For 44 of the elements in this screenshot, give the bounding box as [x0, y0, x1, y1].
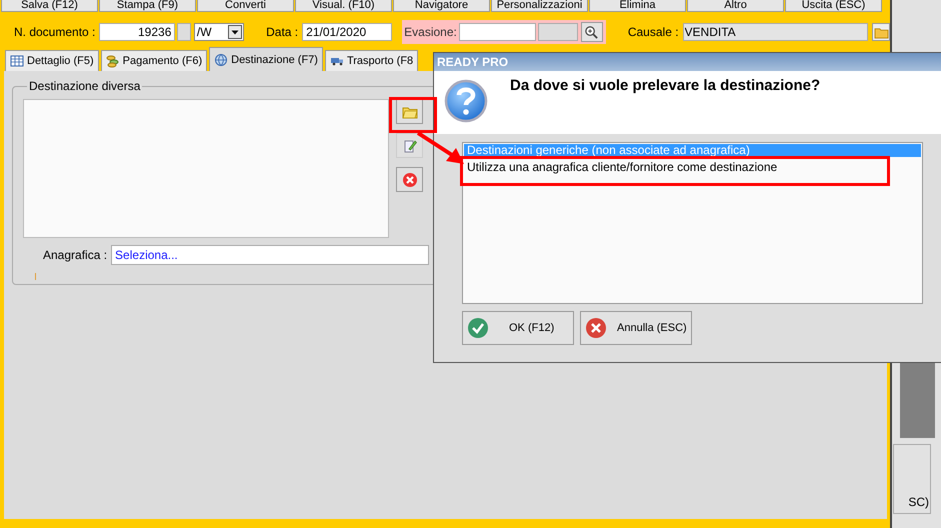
evasione-field[interactable]: [458, 23, 536, 41]
evasione-secondary-field[interactable]: [538, 23, 578, 41]
annotation-arrow: [416, 131, 466, 167]
zoom-button[interactable]: [580, 22, 603, 42]
question-icon: [444, 79, 488, 123]
checkmark-icon: [467, 317, 489, 339]
coins-icon: [106, 54, 120, 68]
tab[interactable]: Trasporto (F8: [324, 50, 418, 71]
tab[interactable]: Pagamento (F6): [100, 50, 208, 71]
folder-button[interactable]: [872, 23, 890, 41]
anagrafica-field[interactable]: Seleziona...: [111, 245, 430, 265]
evasione-label: Evasione:: [404, 25, 457, 39]
text-cursor-mark: [35, 273, 36, 280]
tab[interactable]: Destinazione (F7): [209, 47, 323, 71]
window-button[interactable]: SC): [893, 444, 931, 514]
close-icon: [585, 317, 607, 339]
table-icon: [10, 54, 24, 68]
document-number-field[interactable]: 19236: [99, 23, 176, 41]
dialog-question: Da dove si vuole prelevare la destinazione?: [510, 77, 820, 94]
ok-button[interactable]: OK (F12): [462, 311, 574, 345]
delete-button[interactable]: [396, 167, 423, 192]
highlight-frame: [389, 97, 437, 133]
dialog-title: READY PRO: [437, 55, 508, 69]
anagrafica-label: Anagrafica :: [43, 248, 108, 262]
globe-icon: [214, 52, 228, 66]
delete-icon: [402, 172, 418, 188]
causale-field[interactable]: VENDITA: [682, 23, 868, 41]
list-item[interactable]: Utilizza una anagrafica cliente/fornitore come destinazione: [464, 161, 778, 174]
causale-label: Causale :: [628, 25, 679, 39]
document-number-label: N. documento :: [14, 25, 96, 39]
folder-icon: [874, 26, 888, 38]
date-label: Data :: [266, 25, 298, 39]
edit-button[interactable]: [396, 133, 423, 158]
date-field[interactable]: 21/01/2020: [302, 23, 392, 41]
dropdown-caret-icon: [228, 25, 242, 39]
edit-icon: [402, 138, 418, 154]
folder-icon: [402, 104, 418, 118]
group-title: Destinazione diversa: [28, 79, 142, 93]
cancel-button[interactable]: Annulla (ESC): [580, 311, 692, 345]
series-dropdown[interactable]: /W: [194, 23, 244, 41]
tab[interactable]: Dettaglio (F5): [5, 50, 99, 71]
search-icon: [584, 24, 600, 40]
folder-button[interactable]: [396, 99, 423, 124]
small-button[interactable]: [177, 23, 191, 41]
